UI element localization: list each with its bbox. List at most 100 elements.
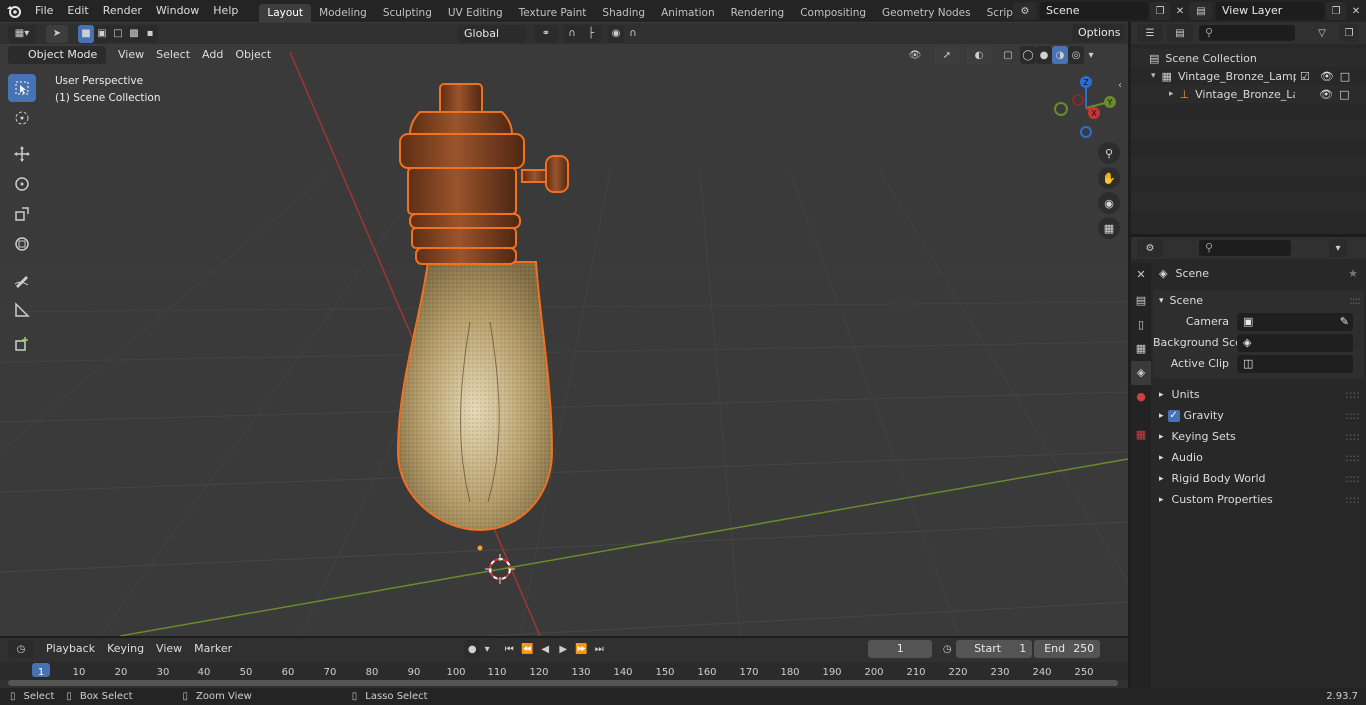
menu-select[interactable]: Select: [150, 46, 196, 64]
rendered-shading-icon[interactable]: ◎: [1068, 46, 1084, 64]
keying-options-icon[interactable]: ▾: [480, 640, 494, 658]
jump-keyframe-back-icon[interactable]: ⏪: [518, 640, 536, 658]
world-tab-icon[interactable]: ●: [1131, 385, 1151, 409]
properties-search-input[interactable]: ⚲: [1199, 240, 1291, 256]
outliner-row-root[interactable]: ▤ Scene Collection: [1131, 49, 1366, 67]
properties-editor-type-icon[interactable]: ⚙: [1137, 239, 1163, 257]
proportional-edit-icon[interactable]: ◉: [608, 24, 624, 43]
view-layer-browse-icon[interactable]: ▤: [1189, 2, 1213, 20]
wireframe-shading-icon[interactable]: ◯: [1020, 46, 1036, 64]
shading-options-icon[interactable]: ▾: [1084, 46, 1098, 64]
tab-rendering[interactable]: Rendering: [723, 4, 793, 22]
menu-view[interactable]: View: [112, 46, 150, 64]
background-scene-field[interactable]: ◈: [1237, 333, 1353, 352]
overlay-toggle-icon[interactable]: ◐: [966, 46, 992, 64]
scene-name-field[interactable]: Scene: [1040, 2, 1148, 20]
tweak-tool-icon[interactable]: ➤: [46, 24, 68, 43]
active-clip-field[interactable]: ◫: [1237, 354, 1353, 373]
expand-arrow-icon[interactable]: ▸: [1169, 89, 1174, 99]
panel-expand-arrow-icon[interactable]: ▸: [1159, 495, 1164, 505]
outliner-display-mode-icon[interactable]: ▤: [1167, 24, 1193, 42]
tab-modeling[interactable]: Modeling: [311, 4, 375, 22]
menu-window[interactable]: Window: [149, 0, 206, 22]
texture-tab-icon[interactable]: ▦: [1131, 423, 1151, 447]
drag-handle-icon[interactable]: ::::: [1345, 409, 1360, 422]
transform-orientation-dropdown[interactable]: Global: [458, 24, 526, 43]
tab-geometry-nodes[interactable]: Geometry Nodes: [874, 4, 979, 22]
editor-type-icon[interactable]: ▦▾: [8, 24, 36, 43]
exclude-checkbox-icon[interactable]: ☑: [1300, 70, 1310, 83]
panel-expand-arrow-icon[interactable]: ▸: [1159, 432, 1164, 442]
outliner-search-input[interactable]: ⚲: [1199, 25, 1295, 41]
menu-file[interactable]: File: [28, 0, 60, 22]
outliner-row-collection[interactable]: ▾ ▦ Vintage_Bronze_Lamp_Holde ☑ 👁 □: [1131, 67, 1366, 85]
tab-sculpting[interactable]: Sculpting: [375, 4, 440, 22]
outliner-row-object[interactable]: ▸ ⊥ Vintage_Bronze_Lamp_H 👁 □: [1131, 85, 1366, 103]
scene-panel-header[interactable]: ▾ Scene ::::: [1153, 290, 1364, 311]
options-dropdown[interactable]: Options: [1072, 24, 1124, 42]
new-collection-icon[interactable]: ❐: [1339, 24, 1359, 42]
measure-tool-icon[interactable]: [8, 296, 36, 324]
output-tab-icon[interactable]: ▯: [1131, 313, 1151, 337]
navigation-gizmo[interactable]: Z Y X: [1050, 72, 1125, 147]
play-icon[interactable]: ▶: [554, 640, 572, 658]
camera-field[interactable]: ▣ ✎: [1237, 312, 1353, 331]
panel-expand-arrow-icon[interactable]: ▾: [1159, 296, 1164, 306]
menu-timeline-view[interactable]: View: [150, 640, 188, 658]
select-intersect-icon[interactable]: ▪: [142, 24, 158, 43]
pin-icon[interactable]: ★: [1348, 267, 1358, 280]
preview-range-icon[interactable]: ◷: [938, 640, 956, 658]
view-layer-tab-icon[interactable]: ▦: [1131, 337, 1151, 361]
drag-handle-icon[interactable]: ::::: [1345, 430, 1360, 443]
scene-copy-icon[interactable]: ❐: [1150, 2, 1170, 20]
units-panel-header[interactable]: ▸ Units ::::: [1153, 384, 1364, 405]
auto-keying-icon[interactable]: ●: [464, 640, 481, 658]
lamp-holder[interactable]: [399, 83, 569, 265]
start-frame-field[interactable]: Start 1: [956, 640, 1033, 658]
material-preview-icon[interactable]: ◑: [1052, 46, 1068, 64]
scene-browse-icon[interactable]: ⚙: [1013, 2, 1037, 20]
gravity-panel-header[interactable]: ▸ ✓ Gravity ::::: [1153, 405, 1364, 426]
gravity-checkbox[interactable]: ✓: [1167, 409, 1180, 422]
drag-handle-icon[interactable]: ::::: [1345, 493, 1360, 506]
panel-expand-arrow-icon[interactable]: ▸: [1159, 411, 1164, 421]
play-reverse-icon[interactable]: ◀: [536, 640, 554, 658]
mode-dropdown[interactable]: Object Mode: [8, 46, 106, 64]
select-extend-icon[interactable]: ▣: [94, 24, 110, 43]
sidebar-toggle-icon[interactable]: ‹: [1118, 80, 1122, 91]
scene-tab-icon[interactable]: ◈: [1131, 361, 1151, 385]
panel-expand-arrow-icon[interactable]: ▸: [1159, 390, 1164, 400]
rigid-body-world-panel-header[interactable]: ▸ Rigid Body World ::::: [1153, 468, 1364, 489]
tab-shading[interactable]: Shading: [594, 4, 653, 22]
select-subtract-icon[interactable]: □: [110, 24, 126, 43]
select-box-tool-icon[interactable]: [8, 74, 36, 102]
eye-visibility-icon[interactable]: 👁: [1320, 70, 1334, 83]
lamp-bulb[interactable]: [396, 261, 554, 532]
timeline-scrollbar[interactable]: [8, 680, 1118, 686]
properties-options-icon[interactable]: ▾: [1329, 239, 1347, 257]
expand-arrow-icon[interactable]: ▾: [1151, 71, 1156, 81]
panel-expand-arrow-icon[interactable]: ▸: [1159, 474, 1164, 484]
drag-handle-icon[interactable]: ::::: [1345, 451, 1360, 464]
scale-tool-icon[interactable]: [8, 200, 36, 228]
tab-uv-editing[interactable]: UV Editing: [440, 4, 511, 22]
solid-shading-icon[interactable]: ●: [1036, 46, 1052, 64]
audio-panel-header[interactable]: ▸ Audio ::::: [1153, 447, 1364, 468]
outliner-filter-icon[interactable]: ▽: [1309, 24, 1335, 42]
xray-icon[interactable]: ▢: [1000, 46, 1016, 64]
drag-handle-icon[interactable]: ::::: [1345, 472, 1360, 485]
jump-end-icon[interactable]: ⏭: [590, 640, 608, 658]
eye-visibility-icon[interactable]: 👁: [1319, 88, 1333, 101]
3d-viewport[interactable]: User Perspective (1) Scene Collection Z …: [0, 22, 1128, 636]
annotate-tool-icon[interactable]: [8, 266, 36, 294]
render-camera-icon[interactable]: □: [1339, 88, 1349, 101]
drag-handle-icon[interactable]: ::::: [1349, 294, 1361, 307]
menu-help[interactable]: Help: [206, 0, 245, 22]
add-cube-tool-icon[interactable]: [8, 330, 36, 358]
blender-logo-icon[interactable]: [0, 4, 28, 18]
gizmo-neg-x-icon[interactable]: [1072, 94, 1084, 106]
menu-object[interactable]: Object: [229, 46, 277, 64]
menu-keying[interactable]: Keying: [101, 640, 150, 658]
move-tool-icon[interactable]: [8, 140, 36, 168]
transform-orientation[interactable]: Global ⚭ ∩ ├ ◉ ∩: [458, 24, 642, 43]
